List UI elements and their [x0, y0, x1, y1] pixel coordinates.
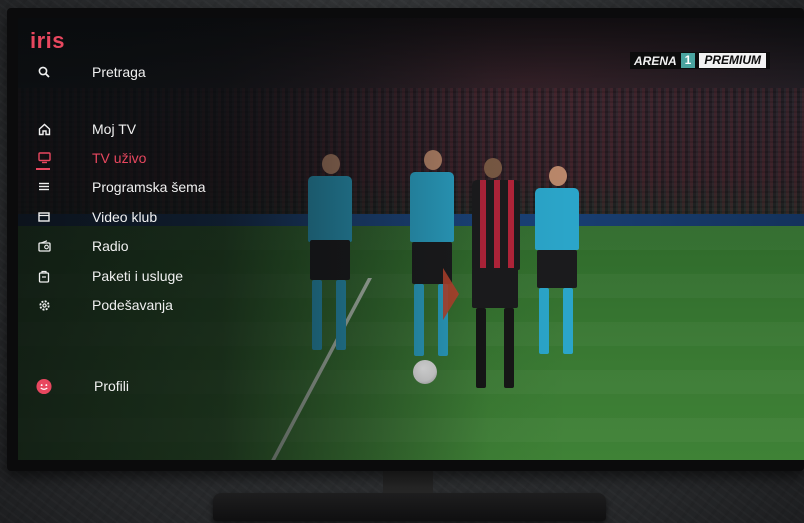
- menu-item-label: Video klub: [92, 209, 158, 225]
- channel-number: 1: [680, 53, 696, 68]
- channel-badge: ARENA 1 PREMIUM: [630, 52, 771, 69]
- gear-icon: [36, 297, 52, 313]
- package-icon: [36, 268, 52, 284]
- menu-item-label: TV uživo: [92, 150, 147, 166]
- menu-item-search[interactable]: Pretraga: [36, 61, 146, 83]
- menu-item-label: Profili: [94, 378, 130, 394]
- menu-item-label: Radio: [92, 238, 129, 254]
- menu-item-profili[interactable]: Profili: [36, 375, 129, 397]
- menu-item-label: Programska šema: [92, 179, 206, 195]
- tv-stand-base: [213, 493, 606, 521]
- menu-item-label: Podešavanja: [92, 297, 173, 313]
- menu-item-label: Paketi i usluge: [92, 268, 184, 284]
- menu-item-programska-sema[interactable]: Programska šema: [36, 176, 206, 198]
- iris-logo: iris: [30, 28, 66, 53]
- search-icon: [36, 64, 52, 80]
- channel-name: ARENA: [634, 53, 677, 68]
- menu-item-moj-tv[interactable]: Moj TV: [36, 118, 136, 140]
- tv-stand-neck: [383, 471, 433, 495]
- menu-item-label: Moj TV: [92, 121, 137, 137]
- menu-item-podesavanja[interactable]: Podešavanja: [36, 294, 173, 316]
- home-icon: [36, 121, 52, 137]
- active-indicator: [36, 168, 50, 170]
- menu-shade: [18, 18, 804, 460]
- profile-smiley-icon: [36, 378, 52, 394]
- film-icon: [36, 209, 52, 225]
- menu-item-label: Pretraga: [92, 64, 146, 80]
- tv-screen: iris ARENA 1 PREMIUM Pretraga Moj TV TV …: [18, 18, 804, 460]
- radio-icon: [36, 238, 52, 254]
- menu-item-video-klub[interactable]: Video klub: [36, 206, 157, 228]
- menu-item-paketi-i-usluge[interactable]: Paketi i usluge: [36, 265, 183, 287]
- menu-item-tv-uzivo[interactable]: TV uživo: [36, 147, 146, 169]
- channel-tier: PREMIUM: [699, 53, 767, 68]
- tv-icon: [36, 150, 52, 166]
- list-icon: [36, 179, 52, 195]
- menu-item-radio[interactable]: Radio: [36, 235, 129, 257]
